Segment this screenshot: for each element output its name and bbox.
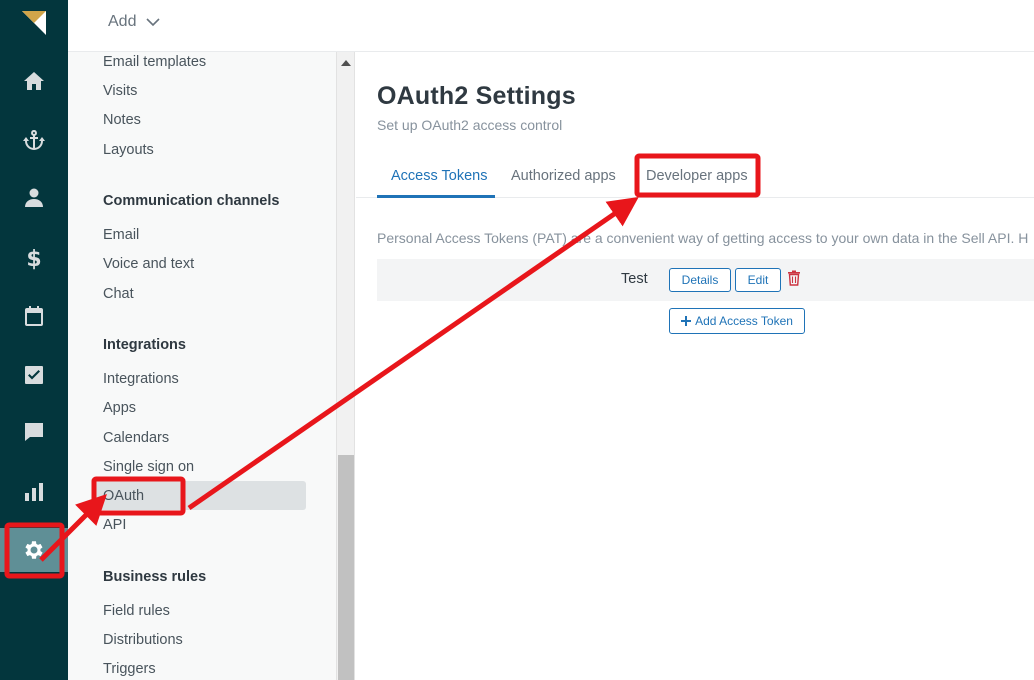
tab-authorized-apps[interactable]: Authorized apps — [511, 168, 616, 184]
rail-communication[interactable] — [0, 412, 68, 452]
add-dropdown[interactable]: Add — [108, 13, 161, 31]
settings-icon — [25, 541, 43, 559]
active-tab-indicator — [377, 195, 495, 198]
sidebar-item-distributions[interactable]: Distributions — [103, 632, 183, 648]
plus-icon — [681, 316, 692, 326]
rail-contacts[interactable] — [0, 178, 68, 218]
rail-reports[interactable] — [0, 472, 68, 512]
add-label: Add — [108, 13, 137, 30]
details-button[interactable]: Details — [669, 268, 731, 292]
sidebar-item-api[interactable]: API — [103, 517, 126, 533]
contacts-icon — [25, 188, 43, 207]
section-heading-integrations: Integrations — [103, 337, 186, 353]
home-icon — [24, 72, 44, 90]
rail-calendar[interactable] — [0, 296, 68, 336]
rail-tasks[interactable] — [0, 355, 68, 395]
add-access-token-button[interactable]: Add Access Token — [669, 308, 805, 334]
sidebar-item-triggers[interactable]: Triggers — [103, 661, 156, 677]
sidebar-item-email-templates[interactable]: Email templates — [103, 54, 206, 70]
tab-developer-apps[interactable]: Developer apps — [646, 168, 748, 184]
rail-deals[interactable]: $ — [0, 238, 68, 278]
main-content: OAuth2 Settings Set up OAuth2 access con… — [356, 52, 1034, 680]
leads-icon — [23, 130, 45, 150]
sidebar-item-voice-and-text[interactable]: Voice and text — [103, 256, 194, 272]
page-title: OAuth2 Settings — [377, 82, 576, 110]
page-subtitle: Set up OAuth2 access control — [377, 117, 563, 133]
sidebar-item-visits[interactable]: Visits — [103, 83, 137, 99]
sidebar-item-field-rules[interactable]: Field rules — [103, 603, 170, 619]
sidebar-item-single-sign-on[interactable]: Single sign on — [103, 459, 194, 475]
sidebar-item-calendars[interactable]: Calendars — [103, 430, 169, 446]
sidebar-item-email[interactable]: Email — [103, 227, 139, 243]
scroll-up-arrow-icon[interactable] — [341, 60, 351, 66]
reports-icon — [25, 483, 43, 501]
svg-text:$: $ — [26, 247, 41, 270]
scrollbar-thumb[interactable] — [338, 455, 354, 680]
icon-rail: $ — [0, 0, 68, 680]
communication-icon — [25, 423, 43, 441]
calendar-icon — [25, 306, 43, 326]
sidebar-scrollbar[interactable] — [336, 52, 355, 680]
top-bar: Add — [68, 0, 1034, 52]
sidebar-item-layouts[interactable]: Layouts — [103, 142, 154, 158]
trash-icon[interactable] — [787, 270, 801, 286]
sidebar-item-oauth[interactable]: OAuth — [103, 488, 144, 504]
tasks-icon — [25, 366, 43, 384]
rail-home[interactable] — [0, 61, 68, 101]
token-row: Test Details Edit — [377, 259, 1034, 301]
rail-settings[interactable] — [0, 528, 68, 572]
settings-sidebar: Email templates Visits Notes Layouts Com… — [68, 52, 336, 680]
pat-description: Personal Access Tokens (PAT) are a conve… — [377, 230, 1029, 246]
tab-bar: Access Tokens Authorized apps Developer … — [356, 152, 1034, 198]
token-name: Test — [621, 271, 648, 287]
sidebar-item-notes[interactable]: Notes — [103, 112, 141, 128]
rail-leads[interactable] — [0, 120, 68, 160]
edit-button[interactable]: Edit — [735, 268, 781, 292]
deals-icon: $ — [26, 247, 41, 270]
add-access-token-label: Add Access Token — [695, 314, 793, 328]
sell-logo-icon — [22, 11, 46, 35]
section-heading-communication: Communication channels — [103, 193, 280, 209]
chevron-down-icon — [146, 17, 161, 26]
sidebar-item-apps[interactable]: Apps — [103, 400, 136, 416]
tab-access-tokens[interactable]: Access Tokens — [391, 168, 487, 184]
sidebar-item-chat[interactable]: Chat — [103, 286, 134, 302]
section-heading-business-rules: Business rules — [103, 569, 207, 585]
sidebar-item-integrations[interactable]: Integrations — [103, 371, 179, 387]
